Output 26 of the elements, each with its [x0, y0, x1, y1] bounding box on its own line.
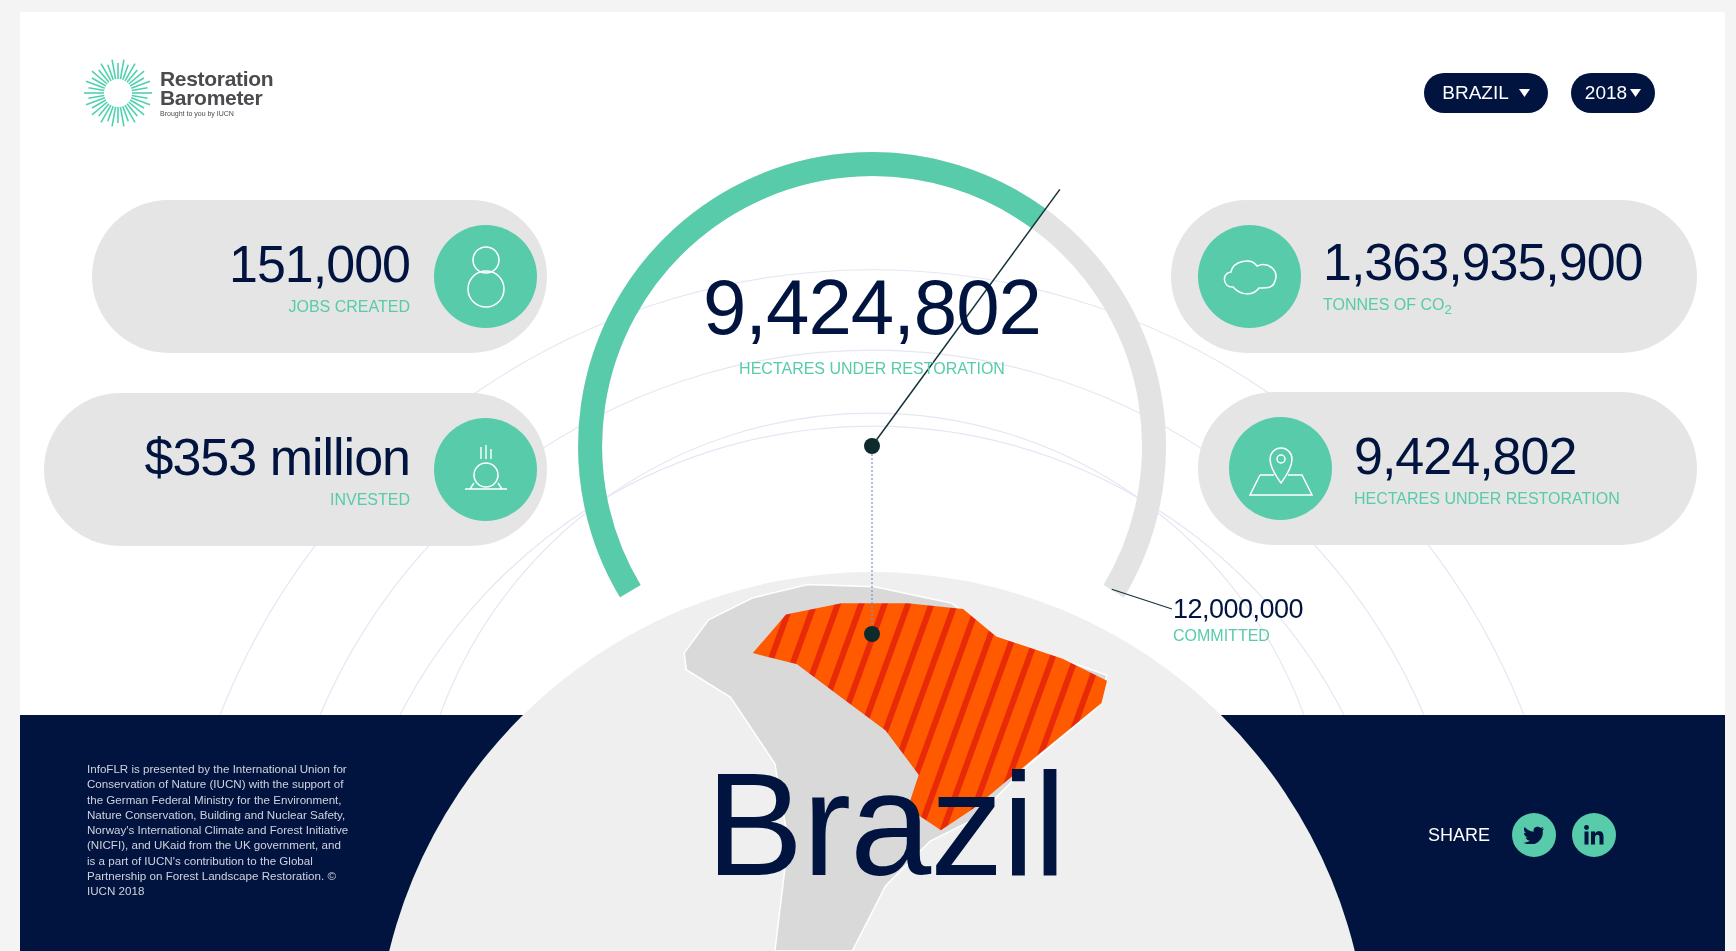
country-name: Brazil: [706, 752, 1066, 898]
sunburst-logo-icon: [82, 57, 154, 129]
logo-title: Barometer: [160, 88, 264, 107]
share-label: SHARE: [1428, 824, 1490, 846]
stat-label: INVESTED: [330, 490, 410, 509]
leader-line: [1111, 588, 1173, 610]
bird-icon: [1523, 826, 1545, 844]
stat-value: 9,424,802: [1354, 429, 1578, 482]
stat-label: JOBS CREATED: [288, 297, 410, 316]
stat-label: HECTARES UNDER RESTORATION: [1354, 489, 1620, 508]
person-icon: [465, 244, 506, 309]
caret-icon: [1630, 89, 1642, 97]
caret-icon: [1518, 89, 1530, 97]
in-logo-icon: [1584, 825, 1604, 845]
committed-value: 12,000,000: [1173, 594, 1304, 625]
gauge-pivot-dot: [864, 438, 880, 454]
year-dropdown[interactable]: 2018: [1571, 73, 1655, 113]
stat-value: 1,363,935,900: [1323, 235, 1643, 288]
country-dropdown[interactable]: BRAZIL: [1424, 73, 1548, 113]
stat-value: 151,000: [229, 237, 410, 290]
credit-text: InfoFLR is presented by the International Union for Conservation of Nature (IUCN) with the support of the German Federal Ministry for the Environment, Nature Conservation, Building and Nuclear Safety, Norway's International Climate and Forest Initiative (NICFI), and UKaid from the UK government, and is a part of IUCN's contribution to the Global Partnership on Forest Landscape Restoration. © IUCN 2018: [87, 761, 349, 899]
committed-label: COMMITTED: [1173, 627, 1271, 645]
logo-title: Restoration: [160, 69, 274, 88]
stat-label: TONNES OF CO$_{2}$: [1323, 295, 1453, 318]
map-location-dot: [864, 626, 880, 642]
stat-value: $353 million: [144, 430, 410, 483]
